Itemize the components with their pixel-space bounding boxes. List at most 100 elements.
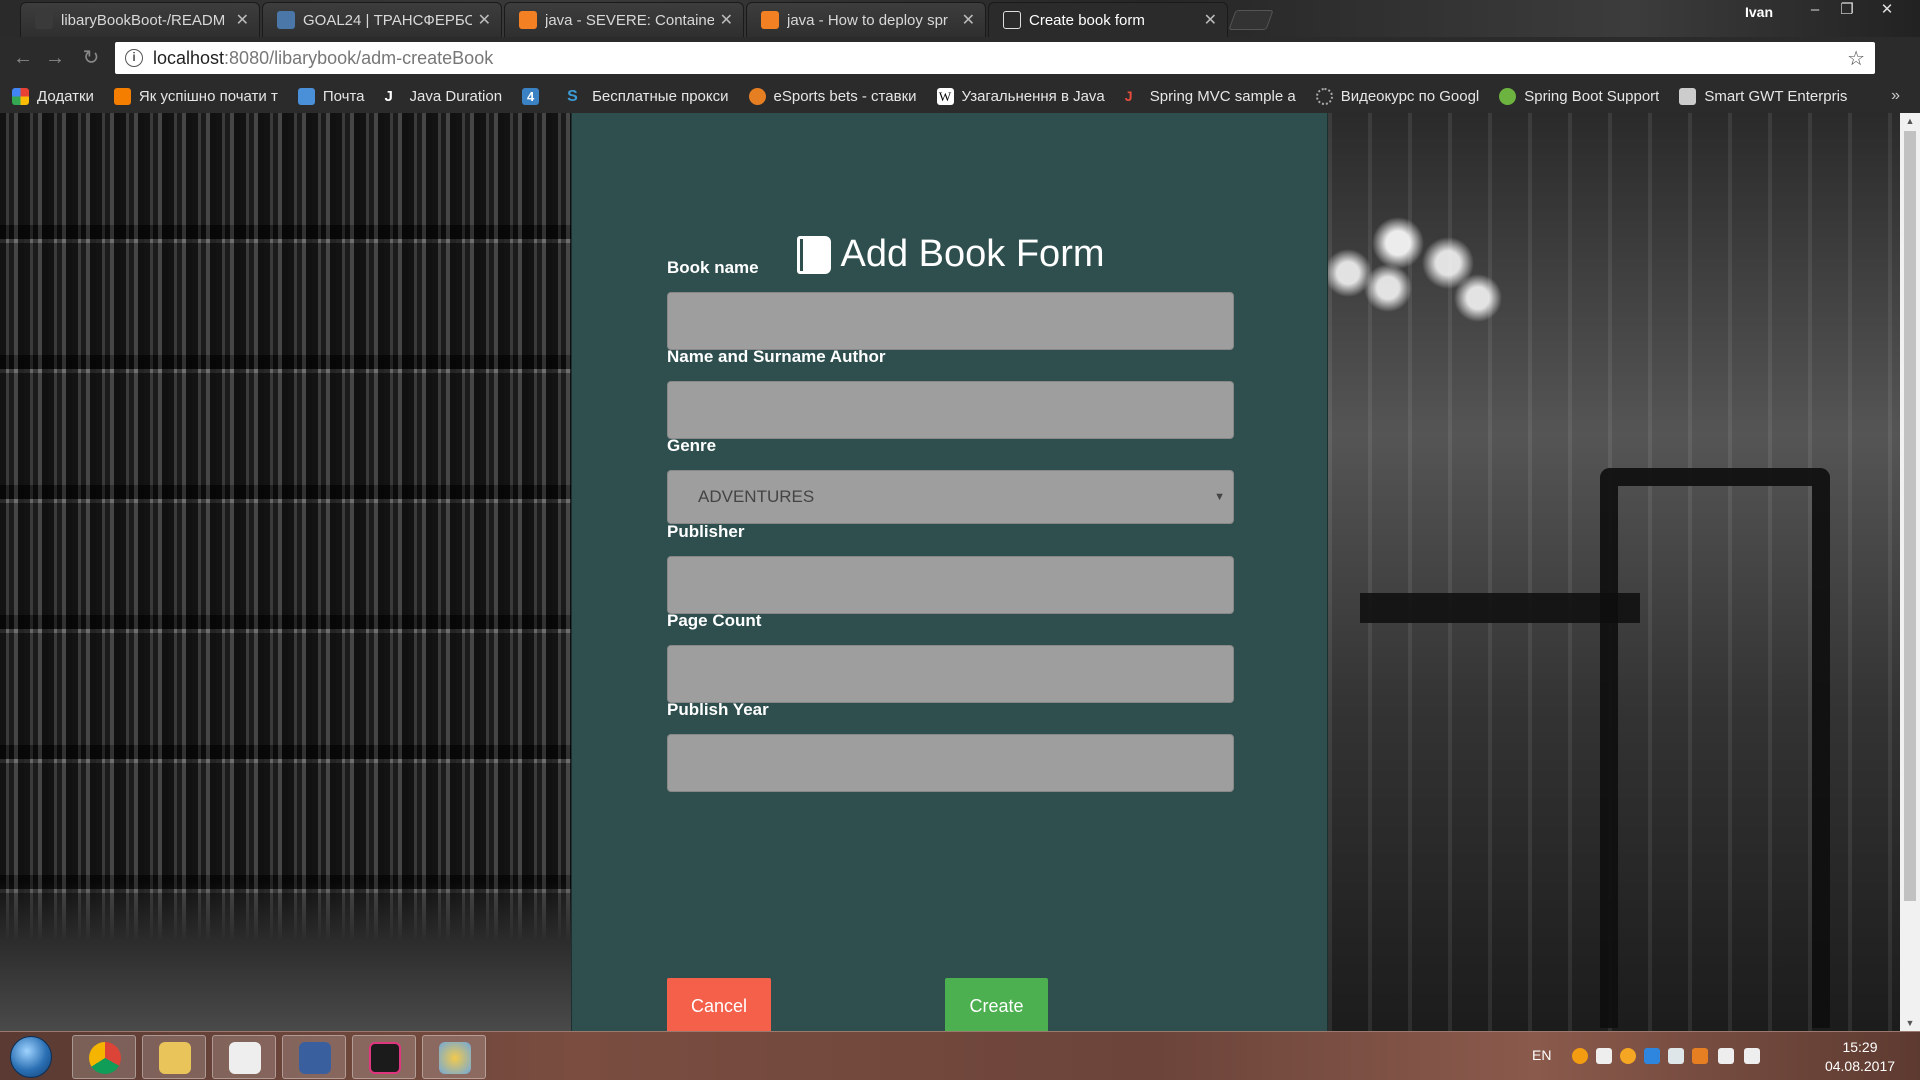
taskbar-paint[interactable] xyxy=(422,1035,486,1079)
publisher-label: Publisher xyxy=(667,522,745,541)
page-viewport: Add Book Form Book name Name and Surname… xyxy=(0,113,1900,1031)
stackoverflow-icon xyxy=(519,11,537,29)
bookmark-label: Додатки xyxy=(37,87,94,105)
paint-icon xyxy=(439,1042,471,1074)
volume-icon[interactable] xyxy=(1744,1048,1760,1064)
restore-icon[interactable]: ❐ xyxy=(1832,0,1862,22)
close-icon[interactable]: ✕ xyxy=(478,10,491,30)
close-window-icon[interactable]: ✕ xyxy=(1872,0,1902,22)
bookmark-google-course[interactable]: Видеокурс по Googl xyxy=(1315,87,1480,105)
bookmark-smart-gwt[interactable]: Smart GWT Enterpris xyxy=(1679,87,1848,105)
publish-year-input[interactable] xyxy=(667,734,1234,792)
tab-title: Create book form xyxy=(1029,11,1145,29)
back-arrow-icon[interactable]: ← xyxy=(10,45,36,71)
s-icon: S xyxy=(567,87,578,105)
cancel-button[interactable]: Cancel xyxy=(667,978,771,1031)
four-icon: 4 xyxy=(522,87,540,105)
tab-goal24[interactable]: GOAL24 | ТРАНСФЕРБО ✕ xyxy=(262,2,502,37)
bookmark-label: Видеокурс по Googl xyxy=(1340,87,1480,105)
scroll-up-arrow-icon[interactable]: ▲ xyxy=(1900,113,1920,129)
bookmark-label: Узагальнення в Java xyxy=(961,87,1105,105)
genre-selected-value: ADVENTURES xyxy=(698,487,815,506)
tab-readme[interactable]: libaryBookBoot-/READM ✕ xyxy=(20,2,260,37)
taskbar-vscode[interactable] xyxy=(212,1035,276,1079)
tab-title: libaryBookBoot-/READM xyxy=(61,11,226,29)
esports-icon xyxy=(748,87,766,105)
tab-how-to-deploy[interactable]: java - How to deploy spr ✕ xyxy=(746,2,986,37)
chrome-tray-icon[interactable] xyxy=(1620,1048,1636,1064)
bookmark-apps[interactable]: Додатки xyxy=(12,87,94,105)
dropdown-arrow-icon: ▼ xyxy=(1214,491,1225,503)
forward-arrow-icon[interactable]: → xyxy=(42,45,68,71)
tab-title: java - SEVERE: Container xyxy=(545,11,714,29)
page-icon xyxy=(1003,11,1021,29)
bookmark-esports[interactable]: eSports bets - ставки xyxy=(748,87,917,105)
bookmark-star-icon[interactable]: ☆ xyxy=(1847,46,1865,71)
bookmark-label: Spring Boot Support xyxy=(1524,87,1660,105)
scrollbar-thumb[interactable] xyxy=(1904,131,1916,901)
bookmark-label: Бесплатные прокси xyxy=(592,87,729,105)
chevron-right-icon[interactable]: » xyxy=(1891,87,1900,105)
bookmark-label: Smart GWT Enterpris xyxy=(1704,87,1848,105)
gwt-icon xyxy=(1679,87,1697,105)
settings-tray-icon[interactable] xyxy=(1668,1048,1684,1064)
mail-icon xyxy=(297,87,315,105)
bookmark-java-duration[interactable]: J Java Duration xyxy=(385,88,503,105)
windows-start-icon[interactable] xyxy=(10,1036,52,1078)
visual-studio-code-icon xyxy=(229,1042,261,1074)
chrome-icon xyxy=(89,1042,121,1074)
browser-tab-strip: libaryBookBoot-/READM ✕ GOAL24 | ТРАНСФЕ… xyxy=(0,0,1920,37)
profile-name[interactable]: Ivan xyxy=(1745,4,1773,20)
genre-select[interactable]: ADVENTURES ▼ xyxy=(667,470,1234,524)
publisher-input[interactable] xyxy=(667,556,1234,614)
close-icon[interactable]: ✕ xyxy=(1204,10,1217,30)
explorer-icon xyxy=(159,1042,191,1074)
page-scrollbar[interactable]: ▲ ▼ xyxy=(1900,113,1920,1031)
bookmark-label: Spring MVC sample a xyxy=(1149,87,1296,105)
tab-create-book-form[interactable]: Create book form ✕ xyxy=(988,2,1228,37)
tab-severe-container[interactable]: java - SEVERE: Container ✕ xyxy=(504,2,744,37)
close-icon[interactable]: ✕ xyxy=(236,10,249,30)
fire-icon[interactable] xyxy=(1572,1048,1588,1064)
network-tray-icon[interactable] xyxy=(1692,1048,1708,1064)
bookmark-spring-boot[interactable]: Spring Boot Support xyxy=(1499,87,1660,105)
author-label: Name and Surname Author xyxy=(667,347,886,366)
bookmark-label: Як успішно почати т xyxy=(138,87,278,105)
address-bar[interactable]: i localhost:8080/libarybook/adm-createBo… xyxy=(115,42,1875,74)
skype-icon[interactable] xyxy=(1596,1048,1612,1064)
system-clock[interactable]: 15:29 04.08.2017 xyxy=(1810,1038,1910,1076)
book-name-label: Book name xyxy=(667,258,759,277)
info-icon[interactable]: i xyxy=(125,49,143,67)
close-icon[interactable]: ✕ xyxy=(962,10,975,30)
book-icon xyxy=(796,235,831,274)
blogger-icon xyxy=(113,87,131,105)
windows-taskbar: EN 15:29 04.08.2017 xyxy=(0,1031,1920,1080)
library-bookshelf-background xyxy=(0,113,571,1031)
bookmark-wikipedia[interactable]: W Узагальнення в Java xyxy=(936,87,1105,105)
reload-icon[interactable]: ↻ xyxy=(78,45,104,71)
create-button[interactable]: Create xyxy=(945,978,1048,1031)
display-icon[interactable] xyxy=(1718,1048,1734,1064)
taskbar-intellij[interactable] xyxy=(352,1035,416,1079)
page-count-input[interactable] xyxy=(667,645,1234,703)
bookmark-proxies[interactable]: S Бесплатные прокси xyxy=(567,88,728,105)
taskbar-chrome[interactable] xyxy=(72,1035,136,1079)
table-silhouette xyxy=(1360,593,1640,623)
new-tab-button[interactable] xyxy=(1228,10,1274,30)
bookmark-label: eSports bets - ставки xyxy=(773,87,917,105)
bookmark-mail[interactable]: Почта xyxy=(297,87,365,105)
scroll-down-arrow-icon[interactable]: ▼ xyxy=(1900,1015,1920,1031)
author-input[interactable] xyxy=(667,381,1234,439)
book-name-input[interactable] xyxy=(667,292,1234,350)
bookmark-blogger[interactable]: Як успішно почати т xyxy=(113,87,278,105)
bookmark-spring-mvc[interactable]: J Spring MVC sample a xyxy=(1125,88,1296,105)
loader-icon xyxy=(1315,87,1333,105)
taskbar-explorer[interactable] xyxy=(142,1035,206,1079)
wikipedia-icon: W xyxy=(936,87,954,105)
close-icon[interactable]: ✕ xyxy=(720,10,733,30)
mail-tray-icon[interactable] xyxy=(1644,1048,1660,1064)
taskbar-visual-studio[interactable] xyxy=(282,1035,346,1079)
minimize-icon[interactable]: – xyxy=(1800,0,1830,22)
language-indicator[interactable]: EN xyxy=(1532,1047,1551,1063)
bookmark-four[interactable]: 4 xyxy=(522,87,547,105)
